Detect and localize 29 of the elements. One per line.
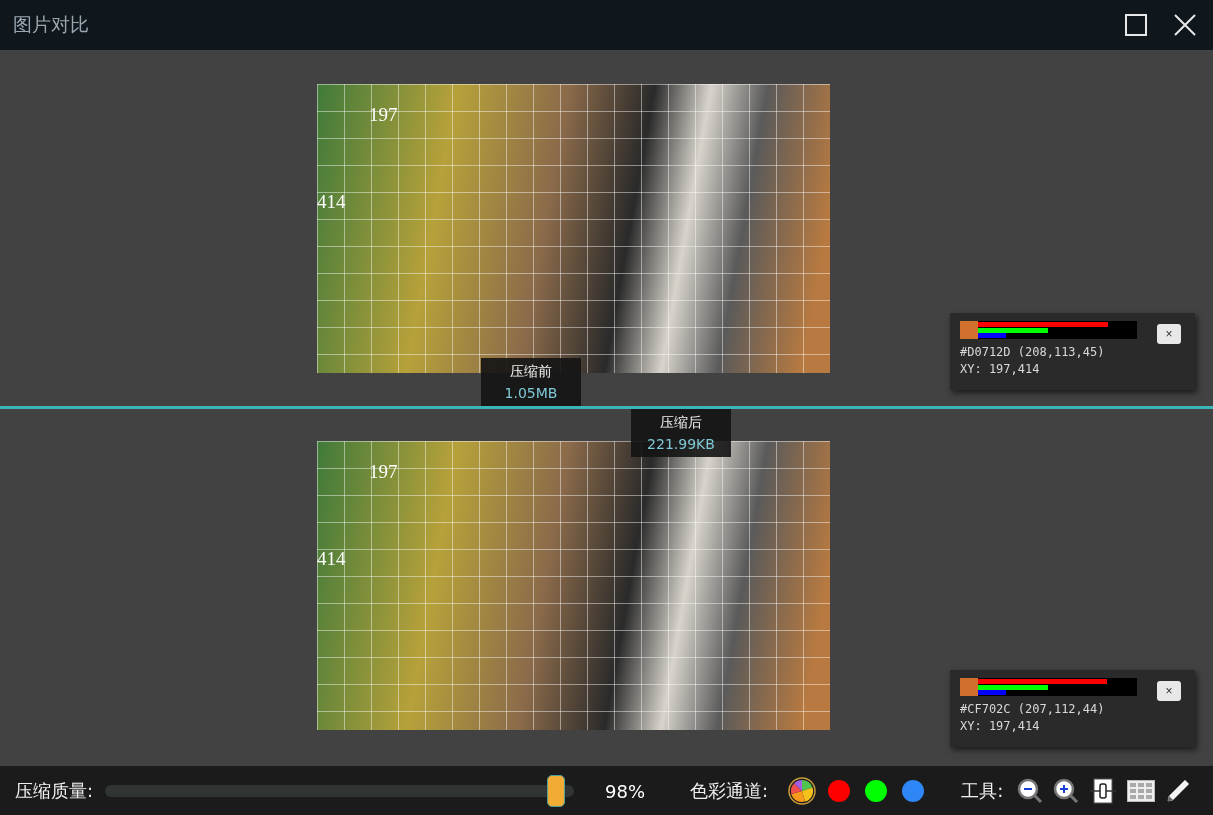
file-size: 221.99KB bbox=[647, 436, 715, 452]
grid-icon[interactable] bbox=[1127, 780, 1156, 802]
window-title: 图片对比 bbox=[13, 12, 89, 37]
tools-label: 工具: bbox=[961, 779, 1004, 803]
color-value: #D0712D (208,113,45) bbox=[960, 344, 1106, 361]
coordinate-label: 197 bbox=[369, 461, 398, 483]
maximize-icon[interactable] bbox=[1125, 14, 1147, 36]
caption-title: 压缩前 bbox=[510, 363, 552, 381]
close-button[interactable]: × bbox=[1157, 324, 1181, 344]
coordinate-label: 414 bbox=[317, 191, 346, 213]
zoom-in-icon[interactable] bbox=[1053, 778, 1080, 804]
close-button[interactable]: × bbox=[1157, 681, 1181, 701]
close-icon[interactable] bbox=[1173, 13, 1197, 37]
coordinate-label: 197 bbox=[369, 104, 398, 126]
color-value: #CF702C (207,112,44) bbox=[960, 701, 1106, 718]
zoom-out-icon[interactable] bbox=[1017, 778, 1044, 804]
coordinate-value: XY: 197,414 bbox=[960, 361, 1041, 378]
slider-thumb[interactable] bbox=[546, 775, 565, 807]
file-size: 1.05MB bbox=[504, 385, 558, 401]
coordinate-label: 414 bbox=[317, 548, 346, 570]
quality-slider[interactable] bbox=[105, 775, 575, 807]
channel-label: 色彩通道: bbox=[690, 779, 769, 803]
quality-value: 98% bbox=[605, 780, 646, 802]
coordinate-value: XY: 197,414 bbox=[960, 718, 1041, 735]
pencil-icon[interactable] bbox=[1165, 778, 1192, 804]
all-channels-button[interactable] bbox=[788, 777, 817, 805]
caption-title: 压缩后 bbox=[660, 414, 702, 432]
quality-label: 压缩质量: bbox=[15, 779, 94, 803]
split-view-icon[interactable] bbox=[1089, 778, 1118, 804]
